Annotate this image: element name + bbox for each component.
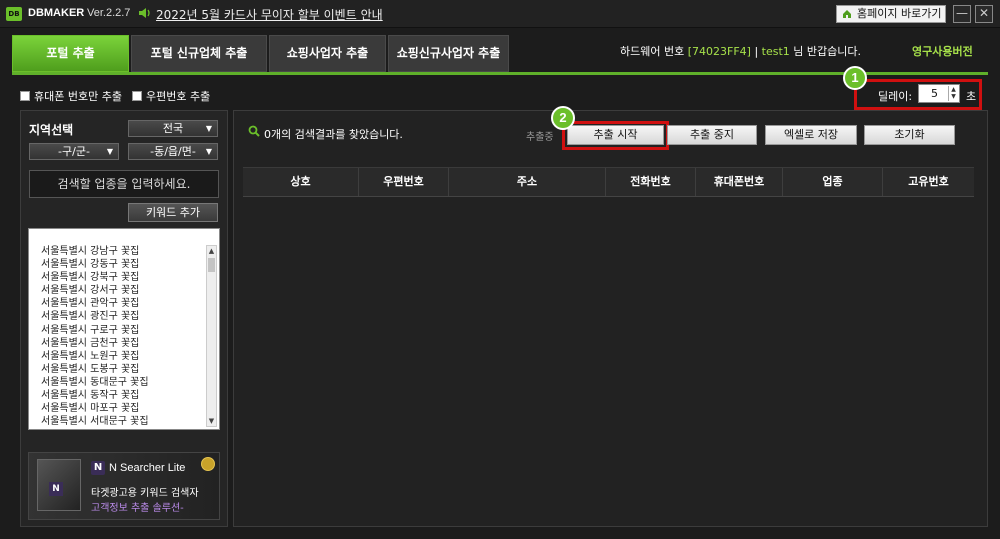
delay-input[interactable]: 5 ▲ ▼ [918,84,960,103]
keyword-list-items: 서울특별시 강남구 꽃집 서울특별시 강동구 꽃집 서울특별시 강북구 꽃집 서울특별… [41,245,201,427]
homepage-button[interactable]: 홈페이지 바로가기 [836,5,946,23]
list-item[interactable]: 서울특별시 동작구 꽃집 [41,389,201,402]
list-item[interactable]: 서울특별시 강북구 꽃집 [41,271,201,284]
delay-label: 딜레이: [878,90,913,103]
keyword-add-button[interactable]: 키워드 추가 [128,203,218,222]
info-separator: | [754,45,759,58]
column-header[interactable]: 상호 [243,168,359,196]
checkbox-box[interactable] [20,91,30,101]
column-header[interactable]: 전화번호 [606,168,696,196]
list-item[interactable]: 서울특별시 구로구 꽃집 [41,324,201,337]
callout-badge-1: 1 [843,66,867,90]
title-bar: DB DBMAKER Ver.2.2.7 2022년 5월 카드사 무이자 할부… [0,0,1000,28]
hardware-label: 하드웨어 번호 [620,45,685,58]
chevron-down-icon: ▼ [205,124,212,133]
app-logo: DB [6,7,22,21]
list-item[interactable]: 서울특별시 도봉구 꽃집 [41,363,201,376]
homepage-button-label: 홈페이지 바로가기 [857,7,942,20]
scroll-thumb[interactable] [208,258,215,272]
notice-link[interactable]: 2022년 5월 카드사 무이자 할부 이벤트 안내 [156,6,383,23]
column-header[interactable]: 고유번호 [883,168,974,196]
district-value: -구/군- [58,145,90,158]
mobile-only-checkbox[interactable]: 휴대폰 번호만 추출 [20,88,122,104]
province-value: 전국 [162,122,184,135]
product-n-icon: N [49,482,63,496]
list-item[interactable]: 서울특별시 강동구 꽃집 [41,258,201,271]
postal-code-checkbox[interactable]: 우편번호 추출 [132,88,210,104]
medal-icon [201,457,215,471]
result-count-text: 0개의 검색결과를 찾았습니다. [264,128,403,141]
column-header[interactable]: 업종 [783,168,883,196]
business-search-input[interactable]: 검색할 업종을 입력하세요. [29,170,219,198]
username: test1 [761,45,790,58]
scroll-down-icon[interactable]: ▼ [207,416,216,426]
region-title: 지역선택 [29,123,74,137]
list-item[interactable]: 서울특별시 노원구 꽃집 [41,350,201,363]
hardware-info: 하드웨어 번호 [74023FF4] | test1 님 반갑습니다. [620,43,861,59]
delay-value: 5 [931,87,938,100]
app-version: Ver.2.2.7 [87,7,131,19]
list-item[interactable]: 서울특별시 마포구 꽃집 [41,402,201,415]
greeting-text: 님 반갑습니다. [793,45,862,58]
tab-shopping-business[interactable]: 쇼핑사업자 추출 [269,35,386,72]
keyword-list[interactable]: 서울특별시 강남구 꽃집 서울특별시 강동구 꽃집 서울특별시 강북구 꽃집 서울특별… [28,228,220,430]
tab-portal-extract[interactable]: 포털 추출 [12,35,129,72]
n-logo-icon: N [91,461,105,475]
ad-subtagline: 고객정보 추출 솔루션- [91,503,184,514]
callout-badge-2: 2 [551,106,575,130]
checkbox-box[interactable] [132,91,142,101]
list-item[interactable]: 서울특별시 강남구 꽃집 [41,245,201,258]
search-icon [248,125,260,137]
column-header[interactable]: 우편번호 [359,168,449,196]
dong-value: -동/읍/면- [150,145,196,158]
column-header[interactable]: 휴대폰번호 [696,168,783,196]
tab-shopping-new-business[interactable]: 쇼핑신규사업자 추출 [388,35,509,72]
region-panel: 지역선택 전국 ▼ -구/군- ▼ -동/읍/면- ▼ 검색할 업종을 입력하세요. … [20,110,228,527]
start-extract-button[interactable]: 추출 시작 [567,125,664,145]
list-item[interactable]: 서울특별시 서대문구 꽃집 [41,415,201,427]
ad-tagline: 타겟광고용 키워드 검색자 [91,488,199,499]
tab-underline [12,72,988,75]
checkbox-label: 우편번호 추출 [146,90,211,103]
list-item[interactable]: 서울특별시 동대문구 꽃집 [41,376,201,389]
province-select[interactable]: 전국 ▼ [128,120,218,137]
status-text: 추출중 [526,132,554,143]
chevron-down-icon: ▼ [106,147,113,156]
results-panel: 0개의 검색결과를 찾았습니다. 추출중 추출 시작 추출 중지 엑셀로 저장 … [233,106,988,527]
list-item[interactable]: 서울특별시 금천구 꽃집 [41,337,201,350]
keyword-list-scrollbar[interactable]: ▲ ▼ [206,245,217,427]
district-select[interactable]: -구/군- ▼ [29,143,119,160]
list-item[interactable]: 서울특별시 관악구 꽃집 [41,297,201,310]
scroll-up-icon[interactable]: ▲ [207,246,216,256]
license-badge: 영구사용버전 [912,45,973,58]
minimize-button[interactable]: — [953,5,971,23]
reset-button[interactable]: 초기화 [864,125,955,145]
delay-unit: 초 [966,90,977,103]
hardware-id: [74023FF4] [687,45,751,58]
home-icon [843,10,851,18]
results-table-header: 상호 우편번호 주소 전화번호 휴대폰번호 업종 고유번호 [243,167,974,197]
tab-portal-new-business[interactable]: 포털 신규업체 추출 [131,35,267,72]
column-header[interactable]: 주소 [449,168,606,196]
delay-spinner[interactable]: ▲ ▼ [948,86,958,101]
dong-select[interactable]: -동/읍/면- ▼ [128,143,218,160]
app-name: DBMAKER [28,7,85,19]
ad-banner[interactable]: N N N Searcher Lite 타겟광고용 키워드 검색자 고객정보 추… [28,452,220,520]
list-item[interactable]: 서울특별시 광진구 꽃집 [41,310,201,323]
ad-brand: N Searcher Lite [109,462,186,474]
list-item[interactable]: 서울특별시 강서구 꽃집 [41,284,201,297]
speaker-icon [139,8,150,18]
save-excel-button[interactable]: 엑셀로 저장 [765,125,857,145]
chevron-down-icon: ▼ [205,147,212,156]
stop-extract-button[interactable]: 추출 중지 [667,125,757,145]
checkbox-label: 휴대폰 번호만 추출 [34,90,122,103]
close-button[interactable]: ✕ [975,5,993,23]
